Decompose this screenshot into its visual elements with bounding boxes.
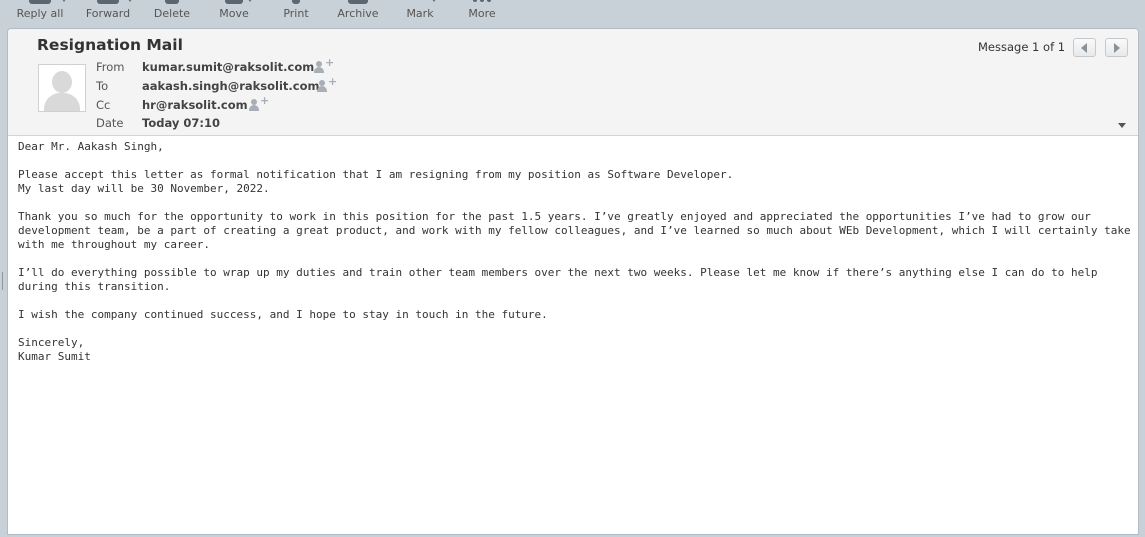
chevron-down-icon[interactable] [61,0,67,2]
mark-button[interactable]: Mark [400,0,440,24]
message-body: Dear Mr. Aakash Singh, Please accept thi… [18,140,1133,378]
message-counter: Message 1 of 1 [978,40,1066,54]
next-message-button[interactable] [1105,38,1128,57]
add-contact-icon[interactable]: + [249,95,269,112]
body-signature: Kumar Sumit [18,350,91,363]
date-label: Date [96,116,124,130]
message-panel: Resignation Mail Message 1 of 1 From kum… [7,28,1139,535]
arrow-left-icon [1081,43,1087,53]
avatar-body-shape [44,93,80,111]
to-address[interactable]: aakash.singh@raksolit.com [142,79,320,93]
add-contact-icon[interactable]: + [314,57,334,74]
from-label: From [96,60,125,74]
body-paragraph-1-line-2: My last day will be 30 November, 2022. [18,182,270,195]
printer-icon [292,0,300,4]
chevron-down-icon[interactable] [247,0,253,2]
body-paragraph-1: Please accept this letter as formal noti… [18,168,1133,196]
expand-headers-icon[interactable] [1118,123,1126,128]
folder-icon [225,0,243,4]
body-greeting: Dear Mr. Aakash Singh, [18,140,164,153]
body-signoff: Sincerely, Kumar Sumit [18,336,1133,364]
forward-icon [97,0,119,4]
forward-button[interactable]: Forward [82,0,134,24]
toolbar: Reply all Forward Delete Move Print Arch… [0,0,1145,24]
body-paragraph-4: I wish the company continued success, an… [18,308,548,321]
cc-label: Cc [96,98,111,112]
move-button[interactable]: Move [214,0,254,24]
body-paragraph-2: Thank you so much for the opportunity to… [18,210,1131,251]
splitter-handle[interactable] [2,272,3,290]
chevron-down-icon[interactable] [127,0,133,2]
previous-message-button[interactable] [1073,38,1096,57]
message-subject: Resignation Mail [37,36,183,54]
chevron-down-icon[interactable] [431,0,437,2]
cc-address[interactable]: hr@raksolit.com [142,98,248,112]
print-button[interactable]: Print [276,0,316,24]
reply-all-button[interactable]: Reply all [12,0,68,24]
sender-avatar [38,64,86,112]
archive-icon [348,0,368,4]
reply-all-icon [29,0,51,4]
more-button[interactable]: More [462,0,502,24]
body-paragraph-3: I’ll do everything possible to wrap up m… [18,266,1098,293]
trash-icon [165,0,179,4]
more-dots-icon [473,0,491,2]
add-contact-icon[interactable]: + [317,76,337,93]
archive-button[interactable]: Archive [334,0,382,24]
message-date: Today 07:10 [142,116,220,130]
message-header: Resignation Mail Message 1 of 1 From kum… [8,29,1138,136]
to-label: To [96,79,109,93]
avatar-head-shape [52,71,72,93]
delete-button[interactable]: Delete [150,0,194,24]
body-paragraph-1-line-1: Please accept this letter as formal noti… [18,168,734,181]
body-closing: Sincerely, [18,336,85,349]
from-address[interactable]: kumar.sumit@raksolit.com [142,60,314,74]
arrow-right-icon [1114,43,1120,53]
